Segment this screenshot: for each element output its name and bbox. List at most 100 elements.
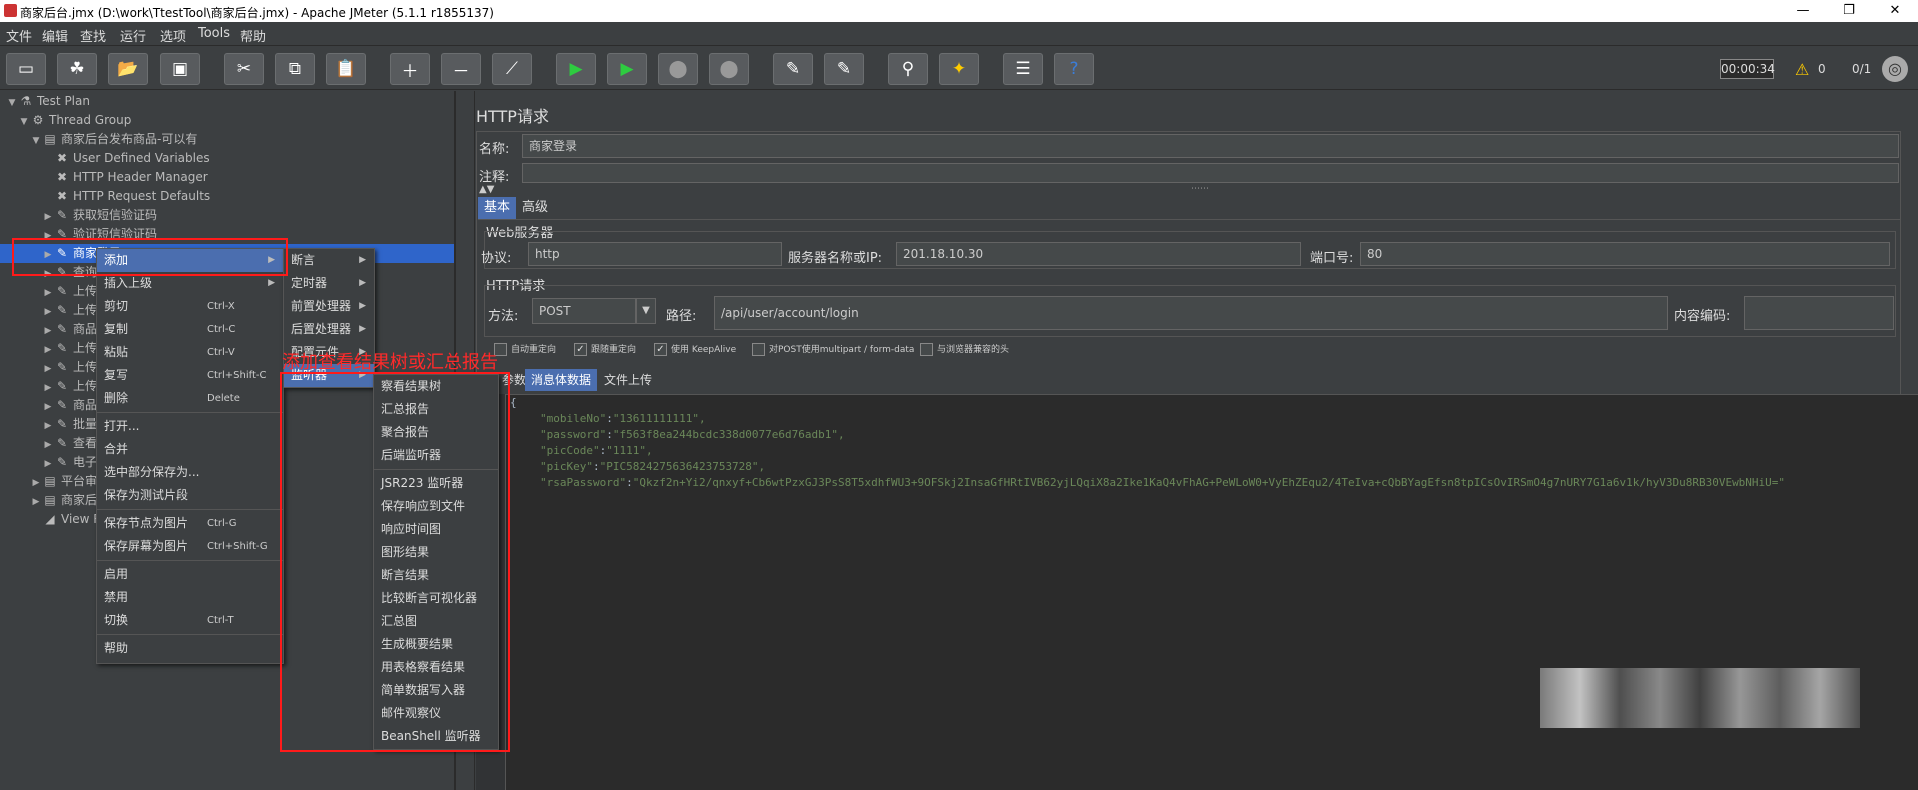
tab-basic[interactable]: 基本 xyxy=(478,197,517,219)
maximize-button[interactable]: ❐ xyxy=(1826,0,1872,22)
submenu-arrow-icon: ▶ xyxy=(359,255,366,265)
paste-icon[interactable]: 📋 xyxy=(326,53,366,85)
expand-arrow-icon[interactable]: ▼ xyxy=(18,113,30,132)
tree-item[interactable]: ▼ ⚙ Thread Group xyxy=(0,111,454,130)
collapse-icon[interactable]: － xyxy=(441,53,481,85)
context-menu-item[interactable]: 启用 xyxy=(97,563,283,586)
resize-grip-icon[interactable]: ⋯⋯ xyxy=(1191,184,1209,194)
checkbox-box[interactable]: ✓ xyxy=(654,343,667,356)
context-menu-item[interactable]: 保存为测试片段 xyxy=(97,484,283,507)
option-checkbox[interactable]: 与浏览器兼容的头 xyxy=(920,342,1009,356)
menu-edit[interactable]: 编辑 xyxy=(42,26,68,45)
toggle-icon[interactable]: ⟋ xyxy=(492,53,532,85)
start-no-pause-icon[interactable]: ▶ xyxy=(607,53,647,85)
menu-item-label: 保存节点为图片 xyxy=(104,516,189,530)
add-submenu-item[interactable]: 断言 ▶ xyxy=(284,249,374,272)
port-field[interactable]: 80 xyxy=(1360,242,1890,266)
checkbox-box[interactable] xyxy=(752,343,765,356)
chevron-down-icon[interactable]: ▼ xyxy=(636,298,656,324)
tree-node-icon: ✖ xyxy=(56,170,68,184)
menu-item-label: 剪切 xyxy=(104,299,129,313)
option-checkbox[interactable]: ✓ 使用 KeepAlive xyxy=(654,342,736,356)
warning-icon[interactable]: ⚠ xyxy=(1795,60,1809,79)
context-menu-item[interactable]: 粘贴 Ctrl-V xyxy=(97,341,283,364)
stop-icon[interactable]: ⬤ xyxy=(658,53,698,85)
menu-help[interactable]: 帮助 xyxy=(240,26,266,45)
context-menu-item[interactable]: 打开... xyxy=(97,415,283,438)
start-icon[interactable]: ▶ xyxy=(556,53,596,85)
tree-item[interactable]: ▼ ▤ 商家后台发布商品-可以有 xyxy=(0,130,454,149)
help-icon[interactable]: ? xyxy=(1054,53,1094,85)
expand-icon[interactable]: ＋ xyxy=(390,53,430,85)
context-menu-item[interactable]: 切换 Ctrl-T xyxy=(97,609,283,632)
open-icon[interactable]: 📂 xyxy=(108,53,148,85)
reset-search-icon[interactable]: ✦ xyxy=(939,53,979,85)
option-checkbox[interactable]: 自动重定向 xyxy=(494,342,556,356)
close-button[interactable]: ✕ xyxy=(1872,0,1918,22)
path-field[interactable]: /api/user/account/login xyxy=(714,296,1668,330)
tree-item[interactable]: ▶ ✎ 获取短信验证码 xyxy=(0,206,454,225)
expand-arrow-icon[interactable]: ▼ xyxy=(6,94,18,113)
context-menu-item[interactable]: 剪切 Ctrl-X xyxy=(97,295,283,318)
clear-all-icon[interactable]: ✎ xyxy=(824,53,864,85)
copy-icon[interactable]: ⧉ xyxy=(275,53,315,85)
menu-tools[interactable]: Tools xyxy=(198,26,230,41)
context-menu-item[interactable]: 保存屏幕为图片 Ctrl+Shift-G xyxy=(97,535,283,558)
encoding-field[interactable] xyxy=(1744,296,1894,330)
menu-item-label: 保存为测试片段 xyxy=(104,488,189,502)
menu-options[interactable]: 选项 xyxy=(160,26,186,45)
menu-search[interactable]: 查找 xyxy=(80,26,106,45)
menu-run[interactable]: 运行 xyxy=(120,26,146,45)
shutdown-icon[interactable]: ⬤ xyxy=(709,53,749,85)
option-checkbox[interactable]: ✓ 跟随重定向 xyxy=(574,342,636,356)
json-colon: : xyxy=(592,460,600,473)
method-select[interactable]: POST xyxy=(532,298,636,324)
body-data-editor[interactable]: { "mobileNo":"13611111111", "password":"f… xyxy=(506,394,1918,790)
json-line: "picKey":"PIC5824275636423753728", xyxy=(540,459,1785,475)
option-checkbox[interactable]: 对POST使用multipart / form-data xyxy=(752,342,914,356)
tree-item-label: HTTP Header Manager xyxy=(73,170,208,184)
tree-item[interactable]: ✖ User Defined Variables xyxy=(0,149,454,168)
new-icon[interactable]: ▭ xyxy=(6,53,46,85)
checkbox-box[interactable]: ✓ xyxy=(574,343,587,356)
tree-node-icon: ✎ xyxy=(56,341,68,355)
add-submenu-item[interactable]: 定时器 ▶ xyxy=(284,272,374,295)
clear-icon[interactable]: ✎ xyxy=(773,53,813,85)
comment-field[interactable] xyxy=(522,163,1899,183)
tab-advanced[interactable]: 高级 xyxy=(516,197,554,219)
context-menu-item[interactable]: 帮助 xyxy=(97,637,283,660)
tree-node-icon: ✎ xyxy=(56,436,68,450)
cut-icon[interactable]: ✂ xyxy=(224,53,264,85)
checkbox-box[interactable] xyxy=(920,343,933,356)
menu-file[interactable]: 文件 xyxy=(6,26,32,45)
context-menu-item[interactable]: 选中部分保存为... xyxy=(97,461,283,484)
context-menu-item[interactable]: 合并 xyxy=(97,438,283,461)
tree-node-icon: ▤ xyxy=(44,493,56,507)
comment-label: 注释: xyxy=(479,170,510,185)
expand-arrow-icon[interactable]: ▼ xyxy=(30,132,42,151)
context-menu-item[interactable]: 复写 Ctrl+Shift-C xyxy=(97,364,283,387)
name-field[interactable]: 商家登录 xyxy=(522,134,1899,158)
save-icon[interactable]: ▣ xyxy=(160,53,200,85)
server-field[interactable]: 201.18.10.30 xyxy=(896,242,1301,266)
templates-icon[interactable]: ☘ xyxy=(57,53,97,85)
context-menu-item[interactable]: 删除 Delete xyxy=(97,387,283,410)
minimize-button[interactable]: — xyxy=(1780,0,1826,22)
context-menu-item[interactable]: 保存节点为图片 Ctrl-G xyxy=(97,512,283,535)
function-helper-icon[interactable]: ☰ xyxy=(1003,53,1043,85)
tree-item[interactable]: ✖ HTTP Request Defaults xyxy=(0,187,454,206)
tab-body-data[interactable]: 消息体数据 xyxy=(525,369,598,391)
add-submenu-item[interactable]: 后置处理器 ▶ xyxy=(284,318,374,341)
tree-item[interactable]: ✖ HTTP Header Manager xyxy=(0,168,454,187)
tab-file-upload[interactable]: 文件上传 xyxy=(598,369,658,391)
search-icon[interactable]: ⚲ xyxy=(888,53,928,85)
menu-separator xyxy=(97,560,283,561)
context-menu-item[interactable]: 禁用 xyxy=(97,586,283,609)
context-menu-item[interactable]: 复制 Ctrl-C xyxy=(97,318,283,341)
add-submenu-item[interactable]: 前置处理器 ▶ xyxy=(284,295,374,318)
menu-item-label: 定时器 xyxy=(291,276,328,290)
collapse-arrows-icon[interactable]: ▲▼ xyxy=(479,184,494,195)
menu-separator xyxy=(97,509,283,510)
tree-item[interactable]: ▼ ⚗ Test Plan xyxy=(0,92,454,111)
protocol-field[interactable]: http xyxy=(528,242,782,266)
